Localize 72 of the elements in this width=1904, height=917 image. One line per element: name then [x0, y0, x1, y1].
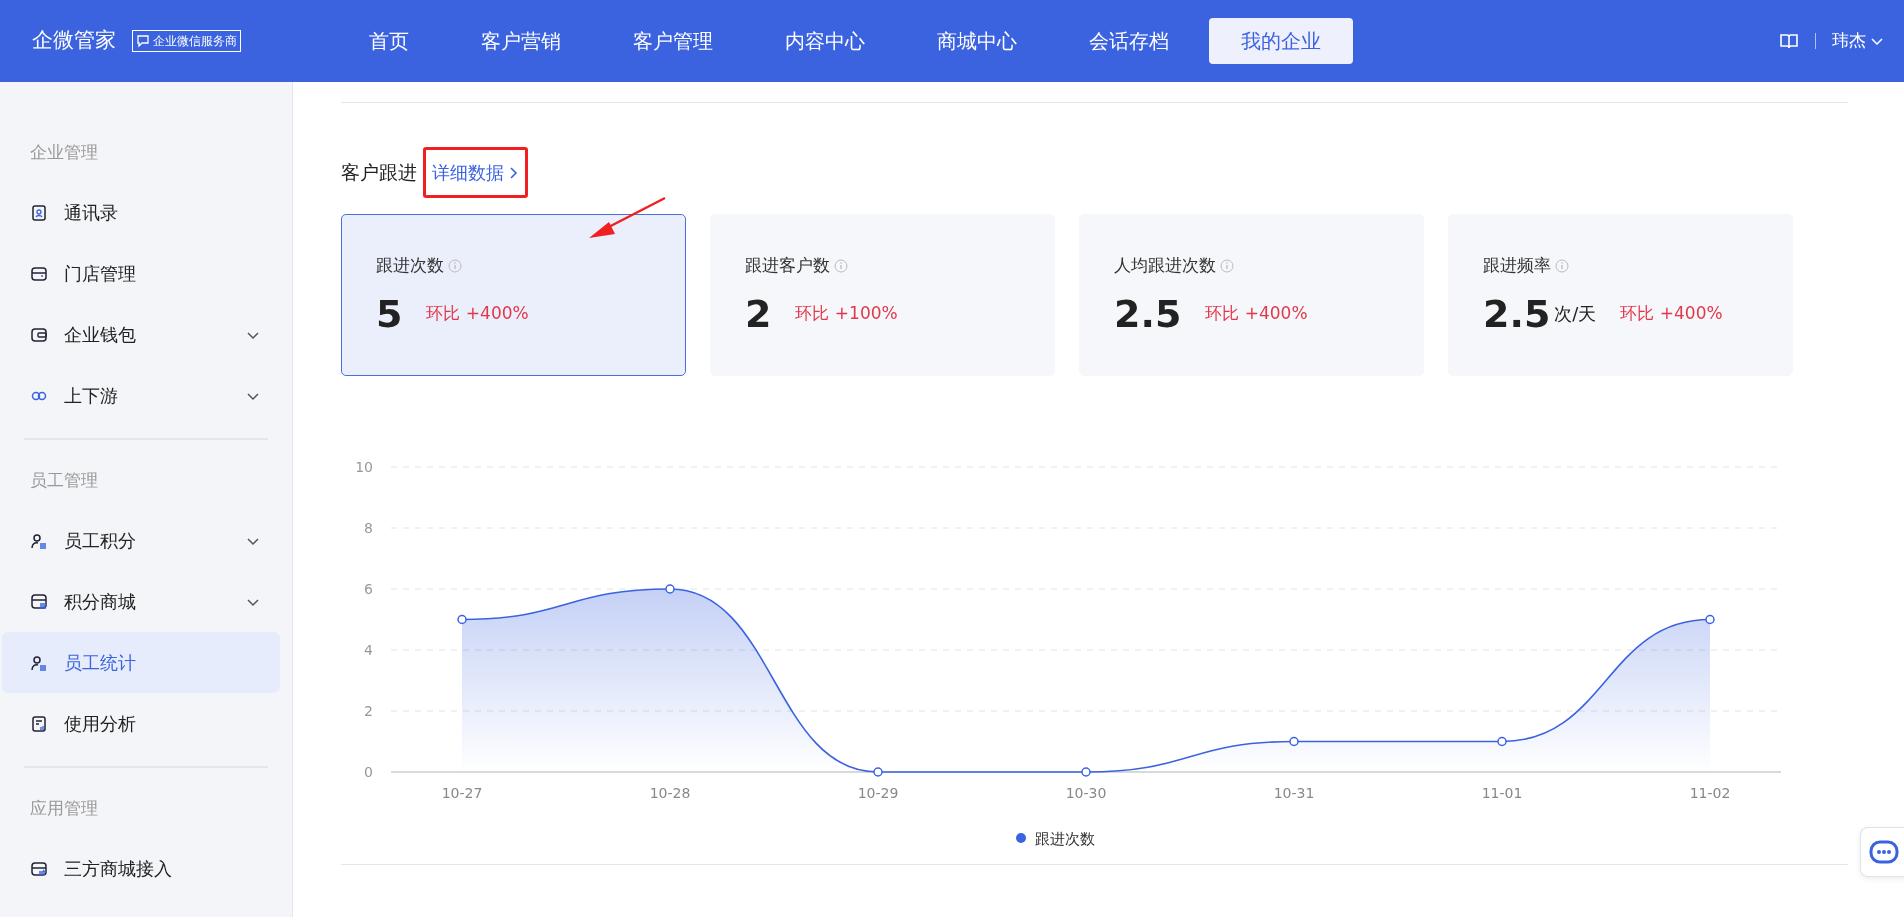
nav-tab[interactable]: 我的企业 — [1209, 18, 1353, 64]
report-icon — [30, 714, 48, 733]
chevron-right-icon — [508, 165, 519, 180]
chat-bubble-icon — [136, 34, 150, 48]
stat-card[interactable]: 跟进次数 5 环比 +400% — [341, 214, 686, 376]
legend-marker[interactable] — [1016, 833, 1026, 843]
logo-text: 企微管家 — [32, 27, 116, 55]
x-tick-label: 10-29 — [857, 785, 899, 801]
y-tick-label: 0 — [364, 764, 373, 780]
chat-widget-button[interactable] — [1860, 827, 1904, 877]
sidebar-item[interactable]: 使用分析 — [2, 693, 280, 754]
stat-label: 跟进次数 — [376, 254, 444, 277]
data-point[interactable] — [1705, 614, 1715, 625]
sidebar-item[interactable]: 积分商城 — [2, 571, 280, 632]
x-tick-label: 10-30 — [1065, 785, 1107, 801]
user-name[interactable]: 玮杰 — [1832, 28, 1866, 54]
stat-change: 环比 +400% — [426, 301, 529, 325]
wallet-icon — [30, 325, 48, 344]
stat-change: 环比 +100% — [795, 301, 898, 325]
nav-tab[interactable]: 会话存档 — [1057, 18, 1201, 64]
y-tick-label: 10 — [355, 459, 373, 475]
sidebar-item[interactable]: 上下游 — [2, 365, 280, 426]
section-heading: 员工管理 — [29, 469, 99, 493]
data-point[interactable] — [1081, 767, 1091, 777]
x-tick-label: 10-31 — [1273, 785, 1315, 801]
y-tick-label: 4 — [364, 642, 373, 658]
stat-value: 2.5 — [1483, 294, 1551, 333]
y-tick-label: 8 — [364, 520, 373, 536]
y-tick-label: 6 — [364, 581, 373, 597]
nav-tab[interactable]: 客户管理 — [601, 18, 745, 64]
data-point[interactable] — [1497, 736, 1507, 747]
nav-tab[interactable]: 首页 — [337, 18, 441, 64]
x-tick-label: 11-02 — [1689, 785, 1731, 801]
legend-label[interactable]: 跟进次数 — [1035, 830, 1095, 848]
nav-tab[interactable]: 客户营销 — [449, 18, 593, 64]
stat-label: 跟进客户数 — [745, 254, 830, 277]
section-title: 客户跟进 — [341, 160, 417, 186]
nav-tab[interactable]: 内容中心 — [753, 18, 897, 64]
contacts-icon — [30, 203, 48, 222]
x-tick-label: 10-27 — [441, 785, 483, 801]
data-point[interactable] — [1289, 736, 1299, 747]
y-tick-label: 2 — [364, 703, 373, 719]
sidebar-item[interactable]: 通讯录 — [2, 182, 280, 243]
stat-label: 人均跟进次数 — [1114, 254, 1216, 277]
stat-value: 2 — [745, 294, 772, 333]
section-heading: 企业管理 — [29, 141, 99, 165]
sidebar-item[interactable]: 门店管理 — [2, 243, 280, 304]
stat-unit: 次/天 — [1554, 302, 1597, 326]
data-point[interactable] — [873, 767, 883, 777]
sidebar-item[interactable]: 三方商城接入 — [2, 838, 280, 899]
section-heading: 应用管理 — [29, 797, 99, 821]
data-point[interactable] — [457, 614, 467, 625]
data-point[interactable] — [665, 584, 675, 594]
stat-value: 2.5 — [1114, 294, 1182, 333]
sidebar-item[interactable]: 企业钱包 — [2, 304, 280, 365]
stat-label: 跟进频率 — [1483, 254, 1551, 277]
store-icon — [30, 264, 48, 283]
stat-value: 5 — [376, 294, 403, 333]
x-tick-label: 10-28 — [649, 785, 691, 801]
stat-change: 环比 +400% — [1205, 301, 1308, 325]
nav-tab[interactable]: 商城中心 — [905, 18, 1049, 64]
chevron-down-icon[interactable] — [1870, 35, 1884, 47]
service-badge: 企业微信服务商 — [132, 30, 241, 52]
x-tick-label: 11-01 — [1481, 785, 1523, 801]
stat-card[interactable]: 跟进客户数 2 环比 +100% — [710, 214, 1055, 376]
stat-change: 环比 +400% — [1620, 301, 1723, 325]
detail-link[interactable]: 详细数据 — [432, 159, 519, 186]
chat-icon — [1868, 839, 1899, 865]
sidebar-item[interactable]: 员工统计 — [2, 632, 280, 693]
book-icon[interactable] — [1779, 31, 1799, 51]
stat-card[interactable]: 人均跟进次数 2.5 环比 +400% — [1079, 214, 1424, 376]
sidebar-item[interactable]: 员工积分 — [2, 510, 280, 571]
